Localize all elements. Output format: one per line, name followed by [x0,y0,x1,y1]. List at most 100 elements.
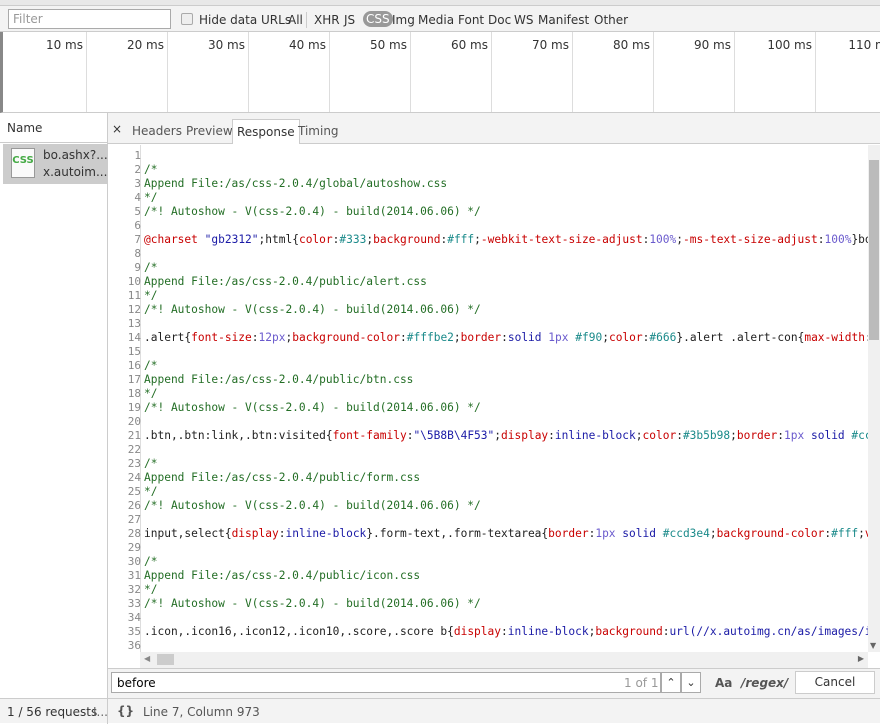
horizontal-scrollbar[interactable]: ◀ ▶ [140,652,868,668]
code-token: /*! Autoshow - V(css-2.0.4) - build(2014… [144,499,481,512]
line-number: 14 [127,331,141,344]
code-line: /*! Autoshow - V(css-2.0.4) - build(2014… [144,597,481,610]
request-domain: x.autoim... [43,165,108,179]
code-token: /* [144,457,158,470]
filter-type-img[interactable]: Img [392,13,415,27]
filter-type-doc[interactable]: Doc [488,13,511,27]
vertical-scrollbar[interactable]: ▼ [868,145,880,652]
code-token: Append File:/as/css-2.0.4/public/icon.cs… [144,569,421,582]
code-line: /*! Autoshow - V(css-2.0.4) - build(2014… [144,303,481,316]
code-line: /* [144,261,157,274]
code-line: /*! Autoshow - V(css-2.0.4) - build(2014… [144,205,481,218]
cancel-button[interactable]: Cancel [795,671,875,694]
scroll-left-arrow-icon[interactable]: ◀ [144,654,150,663]
line-number: 32 [127,583,141,596]
filter-type-other[interactable]: Other [594,13,628,27]
code-line: */ [144,387,157,400]
line-number: 15 [127,345,141,358]
cursor-position: Line 7, Column 973 [143,705,260,719]
code-token: #ccd3e4 [662,527,710,540]
code-token: background-color [716,527,825,540]
timeline-tick-label: 30 ms [207,38,245,52]
line-number: 4 [134,191,141,204]
detail-tabs: × Headers Preview Response Timing [108,113,880,144]
timeline-tick-label: 60 ms [450,38,488,52]
tab-response[interactable]: Response [232,119,300,144]
close-icon[interactable]: × [112,122,122,136]
scroll-down-arrow-icon[interactable]: ▼ [870,641,876,650]
filter-type-xhr[interactable]: XHR [314,13,340,27]
timeline-gridline [653,32,654,112]
scroll-right-arrow-icon[interactable]: ▶ [858,654,864,663]
code-token: /*! Autoshow - V(css-2.0.4) - build(2014… [144,303,481,316]
code-token: Append File:/as/css-2.0.4/public/form.cs… [144,471,421,484]
code-token: ; [635,429,643,442]
timeline-gridline [734,32,735,112]
name-column-header[interactable]: Name [0,113,107,143]
line-number: 6 [134,219,141,232]
code-token: .alert{ [144,331,192,344]
code-token: #3b5b98 [682,429,731,442]
network-filter-toolbar: Hide data URLs All XHR JS CSSImgMedia Font Do… [0,6,880,32]
tab-headers[interactable]: Headers [128,119,186,144]
tab-preview[interactable]: Preview [182,119,237,144]
filter-type-css[interactable]: CSS [363,11,393,27]
hide-data-urls-label[interactable]: Hide data URLs [199,13,291,27]
hide-data-urls-checkbox[interactable] [181,13,193,25]
match-case-toggle[interactable]: Aa [715,676,732,690]
code-line: /*! Autoshow - V(css-2.0.4) - build(2014… [144,499,481,512]
code-line: */ [144,289,157,302]
code-line: /* [144,457,157,470]
search-bar: 1 of 1 ⌃ ⌄ Aa /regex/ Cancel [108,668,880,698]
pretty-print-icon[interactable]: {} [117,704,134,718]
code-token: : [548,429,555,442]
search-input[interactable] [111,672,661,693]
match-count: 1 of 1 [624,676,659,690]
filter-input[interactable] [8,9,171,29]
response-code-view[interactable]: 1 2/* 3 Append File:/as/css-2.0.4/global/au… [108,145,868,652]
code-token: */ [144,485,158,498]
code-token: ; [730,429,737,442]
code-token: #ccd3 [851,429,868,442]
code-token: Append File:/as/css-2.0.4/global/autosho… [144,177,448,190]
filter-type-js[interactable]: JS [344,13,355,27]
vertical-scroll-thumb[interactable] [869,160,879,340]
code-line: .btn,.btn:link,.btn:visited{font-family:… [144,429,868,442]
code-token: ; [494,429,502,442]
timeline-gridline [815,32,816,112]
code-token: background-color [292,331,401,344]
code-line: */ [144,191,157,204]
code-token: }.alert .alert-con{ [676,331,805,344]
line-number: 24 [127,471,141,484]
tab-timing[interactable]: Timing [294,119,343,144]
code-line: .icon,.icon16,.icon12,.icon10,.score,.sc… [144,625,868,638]
line-number: 9 [134,261,141,274]
horizontal-scroll-thumb[interactable] [157,654,174,665]
timeline-tick-label: 20 ms [126,38,164,52]
line-number: 17 [127,373,141,386]
code-token: /*! Autoshow - V(css-2.0.4) - build(2014… [144,401,481,414]
next-match-button[interactable]: ⌄ [681,672,701,693]
line-number: 25 [127,485,141,498]
code-token: url(//x.autoimg.cn/as/images/icc [669,625,868,638]
filter-type-media[interactable]: Media [418,13,454,27]
line-number: 5 [134,205,141,218]
filter-type-manifest[interactable]: Manifest [538,13,589,27]
code-token: display [231,527,279,540]
code-token: solid [507,331,542,344]
previous-match-button[interactable]: ⌃ [661,672,681,693]
code-token: Append File:/as/css-2.0.4/public/btn.css [144,373,414,386]
code-token: color [608,331,643,344]
timeline-tick-label: 70 ms [531,38,569,52]
status-more: I... [93,705,108,719]
filter-type-font[interactable]: Font [458,13,484,27]
request-row[interactable]: CSS bo.ashx?... x.autoim... [3,144,108,184]
filter-type-ws[interactable]: WS [514,13,533,27]
filter-type-all[interactable]: All [288,13,303,27]
regex-toggle[interactable]: /regex/ [741,676,788,690]
timeline-overview[interactable]: 10 ms 20 ms 30 ms 40 ms 50 ms 60 ms 70 ms 80 ms… [0,32,880,113]
line-number: 7 [134,233,141,246]
line-number: 21 [127,429,141,442]
code-token: : [400,331,407,344]
